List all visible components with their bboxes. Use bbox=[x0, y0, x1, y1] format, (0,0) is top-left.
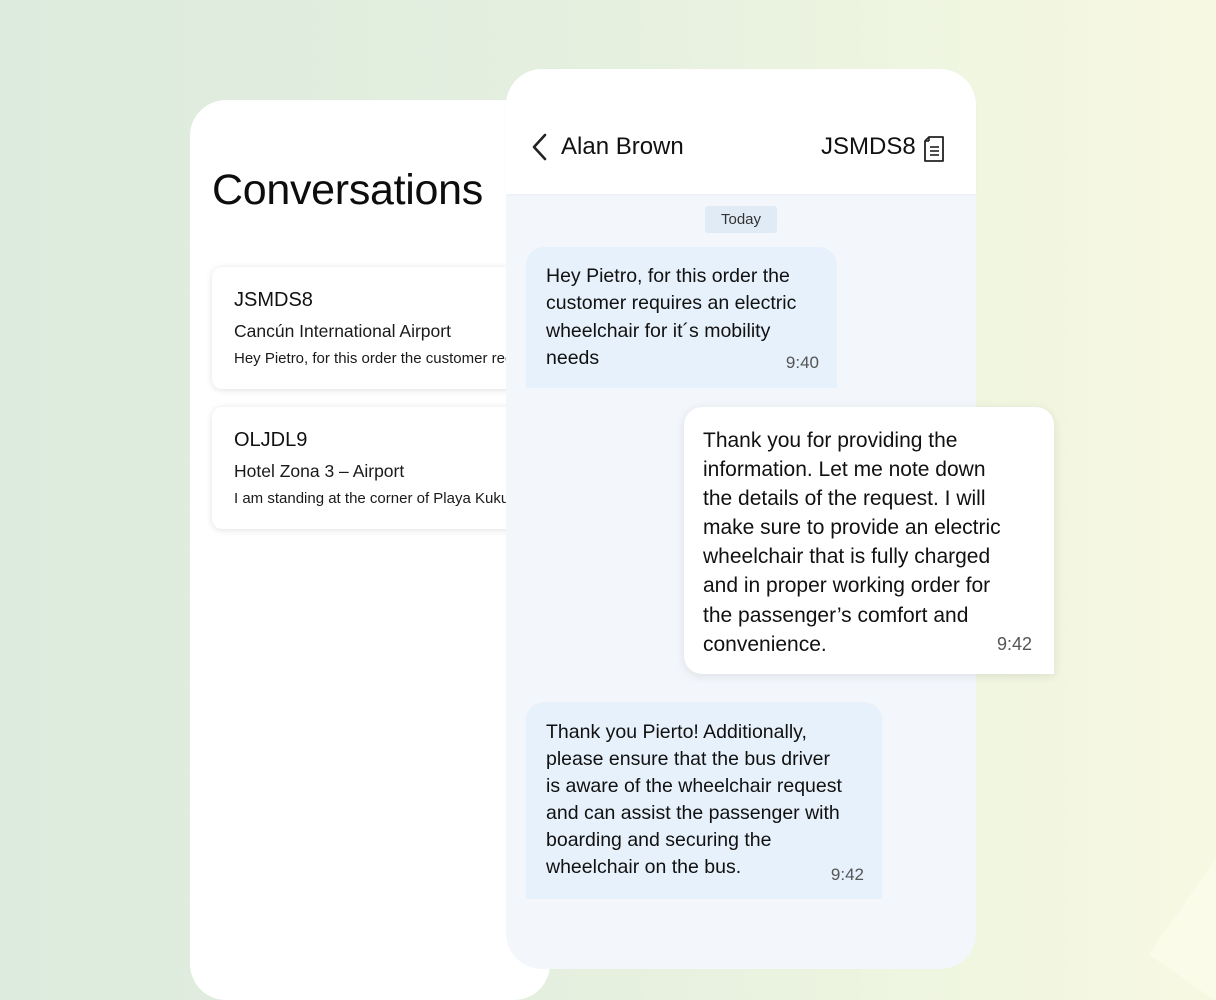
conversation-order-code: OLJDL9 bbox=[234, 429, 308, 451]
chat-order-code: JSMDS8 bbox=[821, 133, 916, 160]
document-icon[interactable] bbox=[922, 135, 946, 163]
conversation-location: Hotel Zona 3 – Airport bbox=[234, 461, 405, 481]
message-time: 9:40 bbox=[785, 353, 819, 372]
chevron-left-icon[interactable] bbox=[530, 131, 552, 163]
conversation-preview: I am standing at the corner of Playa Kuk… bbox=[234, 490, 537, 507]
conversations-title: Conversations bbox=[212, 166, 483, 214]
message-text: Hey Pietro, for this order the customer … bbox=[546, 265, 797, 369]
conversation-card-jsmds8[interactable]: JSMDS8 Cancún International Airport Hey … bbox=[212, 267, 552, 389]
decorative-corner-shape bbox=[1148, 855, 1216, 1000]
date-separator: Today bbox=[705, 206, 777, 233]
incoming-message-bubble: Hey Pietro, for this order the customer … bbox=[526, 247, 837, 388]
chat-panel: Alan Brown JSMDS8 Today Hey Pietro, for … bbox=[506, 69, 1054, 969]
message-text: Thank you Pierto! Additionally, please e… bbox=[546, 721, 842, 878]
message-time: 9:42 bbox=[830, 865, 864, 884]
contact-name: Alan Brown bbox=[561, 133, 684, 160]
outgoing-message-bubble: Thank you for providing the information.… bbox=[684, 407, 1054, 674]
conversation-order-code: JSMDS8 bbox=[234, 289, 313, 311]
conversation-location: Cancún International Airport bbox=[234, 321, 451, 341]
chat-header: Alan Brown JSMDS8 bbox=[506, 69, 976, 194]
message-text: Thank you for providing the information.… bbox=[703, 429, 1001, 656]
conversation-preview: Hey Pietro, for this order the customer … bbox=[234, 350, 552, 367]
message-time: 9:42 bbox=[996, 634, 1032, 654]
conversations-panel: Conversations JSMDS8 Cancún Internationa… bbox=[190, 100, 552, 1000]
conversation-card-oljdl9[interactable]: OLJDL9 Hotel Zona 3 – Airport I am stand… bbox=[212, 407, 552, 529]
incoming-message-bubble: Thank you Pierto! Additionally, please e… bbox=[526, 702, 882, 899]
